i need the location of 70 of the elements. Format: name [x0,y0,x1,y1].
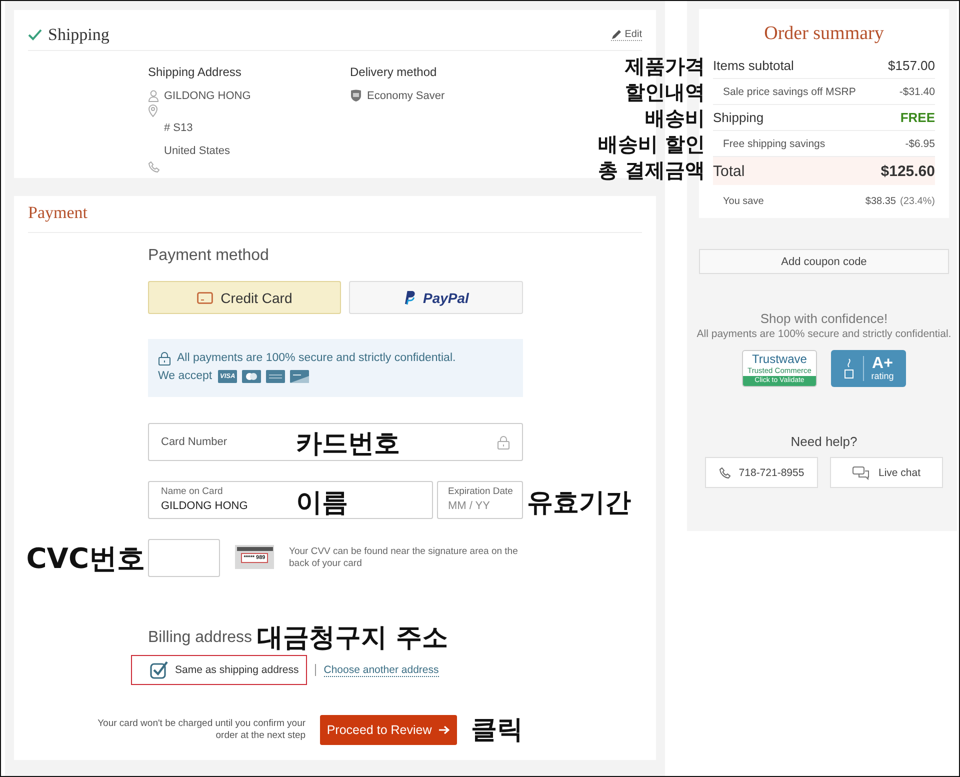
lock-icon [158,350,171,366]
confidence-text: All payments are 100% secure and strictly confidential. [696,328,952,340]
live-chat-button[interactable]: Live chat [830,457,943,488]
summary-value: FREE [900,110,935,125]
column-heading: Shipping Address [148,65,242,79]
person-icon [148,90,159,102]
summary-label: Total [713,162,745,180]
annotation-label: 배송비 할인 [598,131,705,157]
country-text: United States [164,144,230,156]
chat-bubbles-icon [852,466,870,480]
summary-label: You save [723,196,764,206]
payment-method-tab[interactable]: PayPal [348,281,523,314]
same-as-shipping-checkbox[interactable]: Same as shipping address [131,655,307,685]
proceed-button[interactable]: Proceed to Review [320,714,457,744]
section-title: Payment [28,202,642,233]
help-title: Need help? [790,434,858,449]
choose-address-link[interactable]: Choose another address [324,664,439,676]
summary-label: Items subtotal [713,58,794,73]
recipient-name: GILDONG HONG [164,90,251,102]
name-on-card-field[interactable]: Name on Card GILDONG HONG 이름 [148,481,433,519]
edit-link[interactable]: Edit [610,29,642,41]
annotation-label: CVC번호 [26,541,145,577]
location-pin-icon [148,104,158,117]
address-line: # S13 [164,122,193,134]
card-number-field[interactable]: Card Number 카드번호 [148,423,523,461]
lock-icon [497,434,510,450]
mastercard-icon [242,370,262,382]
accept-label: We accept [158,370,212,382]
summary-label: Free shipping savings [723,138,826,150]
summary-value: $125.60 [880,162,935,180]
section-title: Shipping [48,25,110,45]
paypal-p-icon [403,290,415,305]
annotation-label: 카드번호 [296,428,400,461]
summary-value: $38.35 (23.4%) [865,196,935,206]
section-heading: Billing address [148,629,252,647]
arrow-right-icon [438,724,450,734]
delivery-method: Economy Saver [367,90,445,102]
annotation-label: 이름 [296,487,348,520]
summary-value: -$31.40 [899,86,935,98]
cvc-field[interactable] [148,539,220,577]
summary-title: Order summary [763,23,885,45]
summary-value: -$6.95 [905,138,935,150]
cvv-hint: Your CVV can be found near the signature area on the back of your card [289,546,519,570]
payment-method-tab[interactable]: Credit Card [148,281,341,314]
annotation-label: 대금청구지 주소 [257,625,448,651]
summary-value: $157.00 [888,58,935,73]
annotation-label: 클릭 [471,714,523,747]
annotation-label: 유효기간 [527,487,631,520]
amex-card-icon [266,370,286,382]
annotation-label: 배송비 [645,105,705,131]
discover-card-icon [290,370,310,382]
pencil-icon [610,29,622,40]
expiration-date-field[interactable]: Expiration Date MM / YY [437,481,523,519]
security-message: All payments are 100% secure and strictly confidential. [177,352,456,364]
shield-icon [350,89,362,102]
annotation-label: 할인내역 [625,79,705,105]
annotation-label: 제품가격 [625,53,705,79]
bbb-rating-badge[interactable]: A+ rating [831,350,906,387]
charge-note: Your card won't be charged until you confirm your order at the next step [96,718,306,742]
confidence-title: Shop with confidence! [759,311,889,326]
phone-icon [148,160,160,172]
section-heading: Payment method [148,247,270,266]
phone-button[interactable]: 718-721-8955 [705,457,818,488]
summary-label: Sale price savings off MSRP [723,86,856,98]
summary-label: Shipping [713,110,764,125]
phone-icon [718,466,731,478]
credit-card-icon [196,292,213,304]
annotation-label: 총 결제금액 [598,157,705,183]
column-heading: Delivery method [350,65,438,79]
coupon-button[interactable]: Add coupon code [699,249,949,274]
